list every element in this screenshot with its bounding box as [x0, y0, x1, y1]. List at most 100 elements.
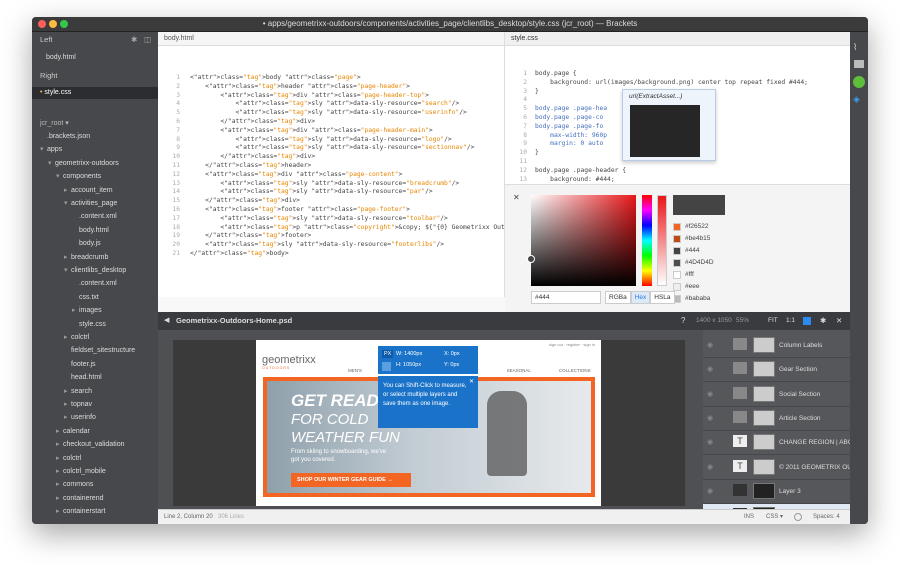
tree-item[interactable]: head.html [32, 372, 158, 384]
collapse-triangle-icon[interactable]: ◀ [164, 312, 169, 330]
layer-label: Gear Section [779, 366, 817, 374]
tree-item[interactable]: ▸ colctrl_mobile [32, 466, 158, 478]
tree-item-label: head.html [71, 374, 102, 382]
tree-item[interactable]: .content.xml [32, 211, 158, 223]
tree-item[interactable]: ▸ checkout_validation [32, 439, 158, 451]
psd-canvas[interactable]: sign out · register · sign in geometrixx… [173, 340, 685, 506]
right-pane-header[interactable]: style.css [505, 32, 850, 46]
layer-row[interactable]: ◉ Gear Section [703, 358, 850, 383]
actual-size-button[interactable]: 1:1 [786, 312, 795, 330]
settings-gear-icon[interactable]: ✱ [820, 312, 826, 330]
layer-row[interactable]: ◉ Article Section [703, 407, 850, 431]
visibility-eye-icon[interactable]: ◉ [707, 390, 713, 398]
visibility-eye-icon[interactable]: ◉ [707, 365, 713, 373]
layer-row[interactable]: ◉ Social Section [703, 383, 850, 407]
tree-item[interactable]: ▸ topnav [32, 399, 158, 411]
working-file-body-html[interactable]: body.html [32, 52, 158, 64]
saturation-field[interactable] [527, 195, 636, 286]
linter-status-icon[interactable] [794, 513, 802, 521]
layer-row[interactable]: ◉ Column Labels [703, 334, 850, 358]
color-swatch[interactable]: #f26522 [673, 222, 743, 234]
tree-item[interactable]: body.html [32, 225, 158, 237]
px-badge: PX [382, 350, 394, 358]
project-title[interactable]: jcr_root ▾ [32, 118, 158, 130]
code-line: background: #444; [535, 175, 615, 183]
visibility-eye-icon[interactable]: ◉ [707, 438, 713, 446]
color-swatch[interactable]: #eee [673, 282, 743, 294]
tree-item[interactable]: ▸ commons [32, 479, 158, 491]
color-swatch[interactable]: #fff [673, 270, 743, 282]
file-label: style.css [44, 89, 72, 96]
indent-spaces[interactable]: Spaces: 4 [813, 510, 840, 524]
tree-item[interactable]: footer.js [32, 359, 158, 371]
layers-toggle-icon[interactable] [803, 317, 811, 325]
left-pane-header[interactable]: body.html [158, 32, 504, 46]
split-view-icon[interactable]: ◫ [144, 34, 151, 46]
color-value-input[interactable]: #444 [531, 291, 601, 304]
right-editor[interactable]: 1 2 3 4 5 6 7 8 9 10 11 12 13 body.page { background… [505, 46, 850, 184]
tree-item[interactable]: ▸ containerstart [32, 506, 158, 518]
color-swatch[interactable]: #444 [673, 246, 743, 258]
visibility-eye-icon[interactable]: ◉ [707, 341, 713, 349]
layers-icon[interactable]: ◈ [853, 94, 860, 105]
tree-item[interactable]: ▾ geometrixx-outdoors [32, 158, 158, 170]
color-mode-hsla-button[interactable]: HSLa [650, 291, 675, 304]
left-pane-filename: body.html [164, 35, 194, 42]
language-select[interactable]: CSS ▾ [766, 510, 783, 524]
close-icon[interactable]: ✕ [513, 193, 520, 202]
opacity-slider[interactable] [657, 195, 667, 286]
tree-item[interactable]: ▾ clientlibs_desktop [32, 265, 158, 277]
left-editor[interactable]: 1 2 3 4 5 6 7 8 9 10 11 12 13 14 15 16 17 18 19 20 21 <"attr… [158, 46, 504, 297]
extract-icon[interactable] [853, 76, 865, 88]
tree-item[interactable]: css.txt [32, 292, 158, 304]
color-mode-hex-button[interactable]: Hex [630, 291, 651, 304]
tooltip-close-icon[interactable]: ✕ [469, 378, 474, 387]
tree-item[interactable]: ▸ images [32, 305, 158, 317]
tree-item[interactable]: ▸ userinfo [32, 412, 158, 424]
layer-row[interactable]: ◉ T CHANGE REGION | ABOUT US | [703, 431, 868, 456]
color-swatch[interactable]: #4D4D4D [673, 258, 743, 270]
fit-button[interactable]: FIT [768, 312, 778, 330]
help-icon[interactable]: ? [681, 312, 685, 330]
tree-item[interactable]: ▸ account_item [32, 185, 158, 197]
code-line: <"attr">class="tag">header "attr">class=… [190, 82, 410, 90]
close-panel-icon[interactable]: ✕ [836, 312, 842, 330]
tree-item[interactable]: ▾ apps [32, 144, 158, 156]
gear-icon[interactable]: ✱ [131, 34, 137, 46]
line-number: 5 [176, 109, 180, 117]
tree-item[interactable]: body.js [32, 238, 158, 250]
saturation-handle[interactable] [527, 255, 535, 263]
layer-row[interactable]: ◉ T © 2011 GEOMETRIX OUTDOOR [703, 456, 868, 480]
tree-item[interactable]: .brackets.json [32, 131, 158, 143]
tree-item[interactable]: ▸ calendar [32, 426, 158, 438]
layer-row[interactable]: ◉ Layer 3 [703, 480, 850, 504]
tree-item[interactable]: .content.xml [32, 278, 158, 290]
visibility-eye-icon[interactable]: ◉ [707, 414, 713, 422]
tree-item[interactable]: ▸ search [32, 386, 158, 398]
code-line: background: url(images/background.png) c… [535, 78, 808, 86]
tree-item[interactable]: ▾ components [32, 171, 158, 183]
swatch-chip [673, 271, 681, 279]
color-mode-rgba-button[interactable]: RGBa [605, 291, 631, 304]
working-file-style-css[interactable]: • style.css [32, 87, 158, 99]
insert-mode-toggle[interactable]: INS [744, 510, 754, 524]
color-swatch[interactable]: #bababa [673, 294, 743, 306]
line-count: 306 Lines [218, 514, 245, 520]
hero-cta-button: SHOP OUR WINTER GEAR GUIDE → [291, 473, 411, 487]
color-swatch[interactable]: #be4b15 [673, 234, 743, 246]
extension-manager-icon[interactable] [854, 60, 864, 68]
tree-item[interactable]: ▸ colctrl [32, 453, 158, 465]
tree-item[interactable]: ▸ containerend [32, 493, 158, 505]
tree-item[interactable]: ▸ breadcrumb [32, 252, 158, 264]
live-preview-icon[interactable]: ⌇ [853, 42, 857, 53]
tree-item[interactable]: style.css [32, 319, 158, 331]
visibility-eye-icon[interactable]: ◉ [707, 463, 713, 471]
tree-item-label: topnav [71, 401, 93, 408]
line-number: 9 [523, 140, 527, 148]
tree-item[interactable]: fieldset_sitestructure [32, 345, 158, 357]
tree-item[interactable]: ▸ colctrl [32, 332, 158, 344]
visibility-eye-icon[interactable]: ◉ [707, 487, 713, 495]
tree-item-label: colctrl_mobile [63, 468, 106, 475]
hue-slider[interactable] [642, 195, 652, 286]
tree-item[interactable]: ▾ activities_page [32, 198, 158, 210]
